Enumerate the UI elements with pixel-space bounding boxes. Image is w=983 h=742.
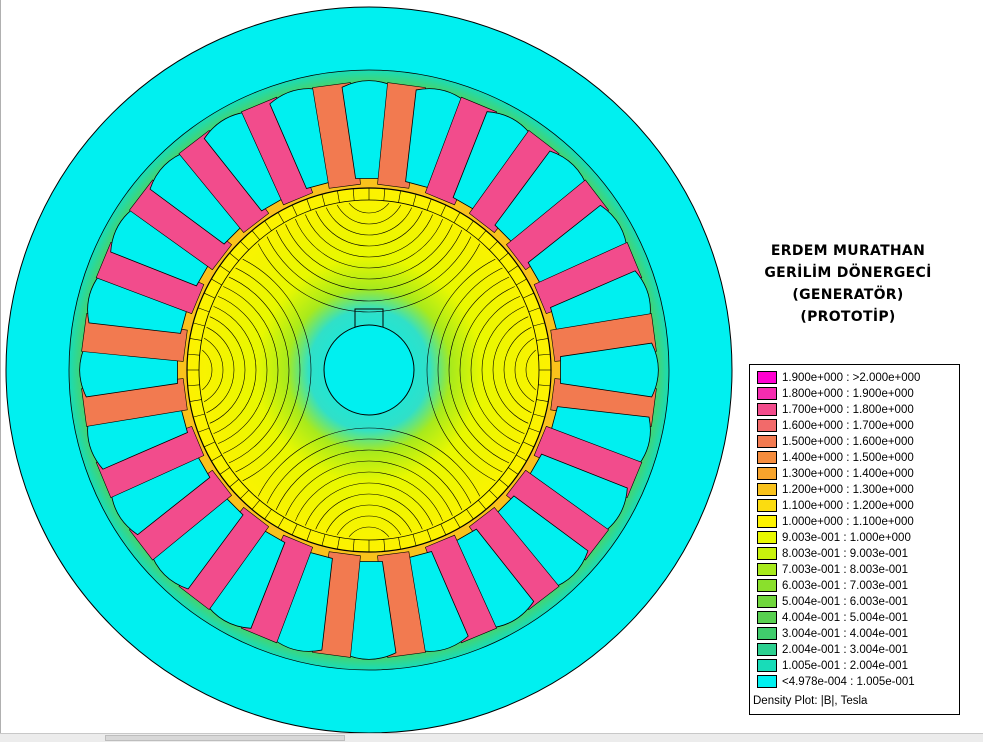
legend-label: 1.900e+000 : >2.000e+000 xyxy=(782,371,921,384)
legend-label: 1.300e+000 : 1.400e+000 xyxy=(782,467,914,480)
legend-label: 1.100e+000 : 1.200e+000 xyxy=(782,499,914,512)
legend-swatch xyxy=(757,531,777,544)
scrollbar-thumb[interactable] xyxy=(105,735,345,741)
legend-label: 7.003e-001 : 8.003e-001 xyxy=(782,563,908,576)
legend-entry: 8.003e-001 : 9.003e-001 xyxy=(757,546,908,561)
legend-label: 5.004e-001 : 6.003e-001 xyxy=(782,595,908,608)
title-line-1: ERDEM MURATHAN xyxy=(770,243,926,259)
legend-label: 6.003e-001 : 7.003e-001 xyxy=(782,579,908,592)
legend-entry: 1.600e+000 : 1.700e+000 xyxy=(757,418,914,433)
legend-label: 1.400e+000 : 1.500e+000 xyxy=(782,451,914,464)
title-line-4: (PROTOTİP) xyxy=(800,309,896,325)
legend-label: 3.004e-001 : 4.004e-001 xyxy=(782,627,908,640)
density-legend: 1.900e+000 : >2.000e+000 1.800e+000 : 1.9… xyxy=(749,364,960,715)
legend-entry: 1.000e+000 : 1.100e+000 xyxy=(757,514,914,529)
legend-swatch xyxy=(757,515,777,528)
legend-label: 9.003e-001 : 1.000e+000 xyxy=(782,531,911,544)
legend-entry: 1.100e+000 : 1.200e+000 xyxy=(757,498,914,513)
legend-entry: 1.700e+000 : 1.800e+000 xyxy=(757,402,914,417)
legend-swatch xyxy=(757,419,777,432)
legend-entry: 1.300e+000 : 1.400e+000 xyxy=(757,466,914,481)
legend-swatch xyxy=(757,387,777,400)
legend-entry: 1.800e+000 : 1.900e+000 xyxy=(757,386,914,401)
legend-label: 1.200e+000 : 1.300e+000 xyxy=(782,483,914,496)
title-line-3: (GENERATÖR) xyxy=(792,287,904,303)
window-left-edge xyxy=(0,0,1,741)
legend-label: 2.004e-001 : 3.004e-001 xyxy=(782,643,908,656)
legend-entry: 9.003e-001 : 1.000e+000 xyxy=(757,530,911,545)
legend-swatch xyxy=(757,579,777,592)
legend-entry: 1.200e+000 : 1.300e+000 xyxy=(757,482,914,497)
legend-swatch xyxy=(757,467,777,480)
shaft xyxy=(323,324,415,416)
legend-entry: 6.003e-001 : 7.003e-001 xyxy=(757,578,908,593)
legend-entry: 3.004e-001 : 4.004e-001 xyxy=(757,626,908,641)
legend-swatch xyxy=(757,435,777,448)
legend-entry: 7.003e-001 : 8.003e-001 xyxy=(757,562,908,577)
legend-label: 1.600e+000 : 1.700e+000 xyxy=(782,419,914,432)
legend-swatch xyxy=(757,483,777,496)
legend-label: 1.000e+000 : 1.100e+000 xyxy=(782,515,914,528)
title-block: ERDEM MURATHAN GERİLİM DÖNERGECİ (GENERA… xyxy=(748,240,948,328)
legend-swatch xyxy=(757,611,777,624)
legend-swatch xyxy=(757,403,777,416)
legend-entry: 1.500e+000 : 1.600e+000 xyxy=(757,434,914,449)
machine-cross-section xyxy=(5,6,733,734)
legend-label: <4.978e-004 : 1.005e-001 xyxy=(782,675,915,688)
legend-entry: 5.004e-001 : 6.003e-001 xyxy=(757,594,908,609)
legend-swatch xyxy=(757,451,777,464)
legend-swatch xyxy=(757,547,777,560)
legend-label: 4.004e-001 : 5.004e-001 xyxy=(782,611,908,624)
legend-swatch xyxy=(757,675,777,688)
legend-entry: <4.978e-004 : 1.005e-001 xyxy=(757,674,915,689)
legend-entry: 2.004e-001 : 3.004e-001 xyxy=(757,642,908,657)
legend-label: 1.800e+000 : 1.900e+000 xyxy=(782,387,914,400)
legend-swatch xyxy=(757,595,777,608)
legend-swatch xyxy=(757,659,777,672)
legend-entry: 4.004e-001 : 5.004e-001 xyxy=(757,610,908,625)
legend-swatch xyxy=(757,627,777,640)
title-line-2: GERİLİM DÖNERGECİ xyxy=(764,265,932,281)
legend-swatch xyxy=(757,499,777,512)
legend-swatch xyxy=(757,563,777,576)
legend-swatch xyxy=(757,643,777,656)
legend-label: 8.003e-001 : 9.003e-001 xyxy=(782,547,908,560)
legend-label: 1.700e+000 : 1.800e+000 xyxy=(782,403,914,416)
legend-caption: Density Plot: |B|, Tesla xyxy=(753,695,868,707)
legend-label: 1.005e-001 : 2.004e-001 xyxy=(782,659,908,672)
legend-swatch xyxy=(757,371,777,384)
legend-entry: 1.900e+000 : >2.000e+000 xyxy=(757,370,920,385)
legend-entry: 1.005e-001 : 2.004e-001 xyxy=(757,658,908,673)
legend-label: 1.500e+000 : 1.600e+000 xyxy=(782,435,914,448)
legend-entry: 1.400e+000 : 1.500e+000 xyxy=(757,450,914,465)
